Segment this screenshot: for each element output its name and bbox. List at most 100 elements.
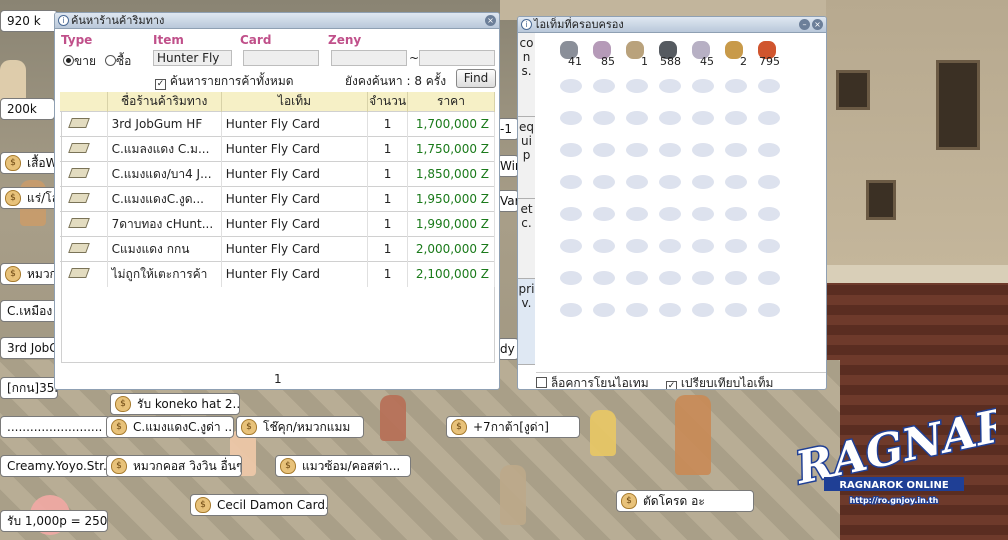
table-row[interactable]: 3rd JobGum HF Hunter Fly Card 1 1,700,00…	[60, 111, 496, 137]
shop-sign[interactable]: $แร่/โล่/	[0, 187, 58, 209]
empty-slot[interactable]	[692, 79, 714, 93]
player-sprite[interactable]	[380, 395, 406, 441]
empty-slot[interactable]	[758, 175, 780, 189]
window-titlebar[interactable]: i ไอเท็มที่ครอบครอง – ×	[518, 17, 826, 33]
empty-slot[interactable]	[560, 175, 582, 189]
npc-sprite[interactable]	[675, 395, 711, 475]
shop-sign[interactable]: dy	[497, 338, 519, 360]
empty-slot[interactable]	[692, 175, 714, 189]
shop-sign[interactable]: C.เหมือง	[0, 300, 58, 322]
empty-slot[interactable]	[659, 79, 681, 93]
tab-etc[interactable]: etc.	[518, 199, 535, 279]
empty-slot[interactable]	[758, 79, 780, 93]
find-button[interactable]: Find	[456, 69, 496, 88]
table-row[interactable]: 7ดาบทอง cHunt... Hunter Fly Card 1 1,990…	[60, 211, 496, 237]
empty-slot[interactable]	[758, 239, 780, 253]
player-sprite[interactable]	[500, 465, 526, 525]
empty-slot[interactable]	[560, 239, 582, 253]
shop-sign[interactable]: $ ตัดโครด อะ	[616, 490, 754, 512]
empty-slot[interactable]	[626, 143, 648, 157]
minimize-icon[interactable]: –	[799, 19, 810, 30]
shop-sign[interactable]: $ แมวซ้อม/คอสต่า...	[275, 455, 411, 477]
window-titlebar[interactable]: i ค้นหาร้านค้าริมทาง ×	[55, 13, 499, 29]
empty-slot[interactable]	[626, 175, 648, 189]
empty-slot[interactable]	[560, 303, 582, 317]
table-row[interactable]: C.แมงแดงC.งูด... Hunter Fly Card 1 1,950…	[60, 186, 496, 212]
inventory-window[interactable]: i ไอเท็มที่ครอบครอง – × cons. equip etc.…	[517, 16, 827, 390]
empty-slot[interactable]	[560, 111, 582, 125]
empty-slot[interactable]	[626, 239, 648, 253]
empty-slot[interactable]	[725, 111, 747, 125]
empty-slot[interactable]	[758, 271, 780, 285]
empty-slot[interactable]	[659, 207, 681, 221]
empty-slot[interactable]	[725, 143, 747, 157]
item-input[interactable]: Hunter Fly	[153, 50, 232, 66]
empty-slot[interactable]	[758, 143, 780, 157]
empty-slot[interactable]	[560, 271, 582, 285]
shop-sign[interactable]: Var	[497, 190, 519, 212]
empty-slot[interactable]	[593, 111, 615, 125]
search-all-checkbox[interactable]: ✓ ค้นหารายการค้าทั้งหมด	[155, 72, 294, 91]
shop-sign[interactable]: $ Cecil Damon Card...	[190, 494, 328, 516]
empty-slot[interactable]	[560, 79, 582, 93]
empty-slot[interactable]	[593, 239, 615, 253]
empty-slot[interactable]	[725, 271, 747, 285]
table-row[interactable]: C.แมลงแดง C.ม... Hunter Fly Card 1 1,750…	[60, 136, 496, 162]
empty-slot[interactable]	[560, 207, 582, 221]
empty-slot[interactable]	[659, 175, 681, 189]
tab-equip[interactable]: equip	[518, 117, 535, 199]
empty-slot[interactable]	[692, 111, 714, 125]
shop-sign[interactable]: Creamy.Yoyo.Str...	[0, 455, 110, 477]
table-row[interactable]: Cแมงแดง กกน Hunter Fly Card 1 2,000,000 …	[60, 236, 496, 262]
empty-slot[interactable]	[692, 207, 714, 221]
zeny-max-input[interactable]	[419, 50, 495, 66]
empty-slot[interactable]	[593, 271, 615, 285]
player-sprite[interactable]	[590, 410, 616, 456]
empty-slot[interactable]	[659, 271, 681, 285]
shop-sign[interactable]: $ รับ koneko hat 2...	[110, 393, 240, 415]
shop-sign[interactable]: $เสื้อWW	[0, 152, 58, 174]
empty-slot[interactable]	[692, 303, 714, 317]
buy-radio[interactable]: ซื้อ	[105, 52, 131, 71]
empty-slot[interactable]	[593, 303, 615, 317]
shop-sign[interactable]: 200k	[0, 98, 55, 120]
empty-slot[interactable]	[692, 239, 714, 253]
empty-slot[interactable]	[725, 303, 747, 317]
page-number[interactable]: 1	[274, 372, 282, 386]
table-row[interactable]: C.แมงแดง/บา4 J... Hunter Fly Card 1 1,85…	[60, 161, 496, 187]
empty-slot[interactable]	[626, 271, 648, 285]
empty-slot[interactable]	[692, 271, 714, 285]
empty-slot[interactable]	[626, 111, 648, 125]
empty-slot[interactable]	[758, 111, 780, 125]
empty-slot[interactable]	[758, 303, 780, 317]
empty-slot[interactable]	[692, 143, 714, 157]
empty-slot[interactable]	[593, 143, 615, 157]
shop-sign[interactable]: 920 k	[0, 10, 58, 32]
empty-slot[interactable]	[560, 143, 582, 157]
shop-sign[interactable]: $ C.แมงแดงC.งูด่า ...	[106, 416, 234, 438]
empty-slot[interactable]	[725, 207, 747, 221]
empty-slot[interactable]	[593, 207, 615, 221]
empty-slot[interactable]	[626, 303, 648, 317]
empty-slot[interactable]	[626, 207, 648, 221]
tab-consumable[interactable]: cons.	[518, 33, 535, 117]
empty-slot[interactable]	[626, 79, 648, 93]
shop-sign[interactable]: Win	[497, 155, 519, 177]
empty-slot[interactable]	[758, 207, 780, 221]
shop-sign[interactable]: $หมวกสล	[0, 263, 58, 285]
empty-slot[interactable]	[725, 175, 747, 189]
empty-slot[interactable]	[659, 143, 681, 157]
empty-slot[interactable]	[659, 111, 681, 125]
compare-checkbox[interactable]: ✓ เปรียบเทียบไอเท็ม	[666, 374, 773, 389]
shop-sign[interactable]: $ โช๊คุก/หมวกแมม	[236, 416, 364, 438]
shop-sign[interactable]: $ +7กาต้า[งูด่า]	[446, 416, 580, 438]
lock-drop-checkbox[interactable]: ล็อคการโยนไอเทม	[536, 374, 649, 389]
empty-slot[interactable]	[593, 79, 615, 93]
close-icon[interactable]: ×	[485, 15, 496, 26]
shop-sign[interactable]: $ หมวกคอส วิงวิน อื่นๆ	[106, 455, 242, 477]
tab-private[interactable]: priv.	[518, 279, 535, 365]
shop-sign[interactable]: .........................	[0, 416, 110, 438]
zeny-min-input[interactable]	[331, 50, 407, 66]
table-row[interactable]: ไม่ถูกให้เตะการค้า Hunter Fly Card 1 2,1…	[60, 261, 496, 287]
shop-sign[interactable]: รับ 1,000p = 250...	[0, 510, 108, 532]
